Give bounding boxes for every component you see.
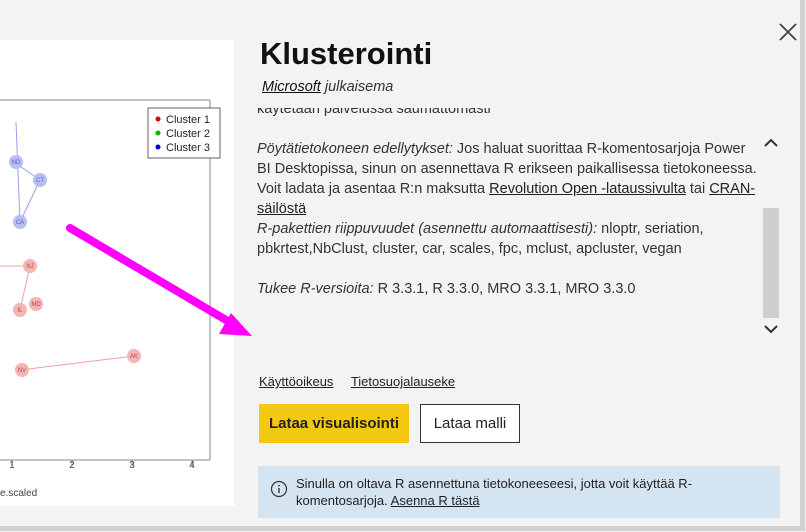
x-axis-label: e.scaled <box>0 488 37 499</box>
supported-versions: Tukee R-versioita: R 3.3.1, R 3.3.0, MRO… <box>257 279 760 299</box>
x-tick-label: 3 <box>129 460 135 471</box>
point-label: IL <box>17 308 23 314</box>
scrollbar-thumb[interactable] <box>763 208 779 318</box>
point-label: NJ <box>26 264 33 270</box>
scroll-up-button[interactable] <box>762 132 780 152</box>
desktop-requirements-label: Pöytätietokoneen edellytykset: <box>257 141 453 157</box>
close-icon <box>779 23 797 41</box>
revolution-open-link[interactable]: Revolution Open -lataussivulta <box>489 181 686 197</box>
download-info-or: tai <box>685 181 710 197</box>
package-dependencies-label: R-pakettien riippuvuudet (asennettu auto… <box>257 221 598 237</box>
legal-links: Käyttöoikeus Tietosuojalauseke <box>259 374 469 389</box>
close-button[interactable] <box>774 18 802 46</box>
point-label: MD <box>31 302 41 308</box>
install-r-link[interactable]: Asenna R tästä <box>391 493 480 508</box>
scroll-down-button[interactable] <box>762 320 780 340</box>
point-label: ND <box>12 160 21 166</box>
point-label: NV <box>18 368 26 374</box>
legend-swatch-cluster-3 <box>155 144 161 150</box>
description-partial-line: käytetään palvelussa saumattomasti <box>257 108 491 117</box>
x-tick-label: 4 <box>189 460 195 471</box>
visual-details-dialog: 1 2 3 4 e.scaled ND CT CA NJ IL MD NV AK… <box>0 0 806 532</box>
download-info: Voit ladata ja asentaa R:n maksutta Revo… <box>257 179 760 219</box>
point-label: AK <box>130 354 138 360</box>
package-dependencies: R-pakettien riippuvuudet (asennettu auto… <box>257 219 760 259</box>
legend-label: Cluster 3 <box>166 142 210 154</box>
download-visual-button[interactable]: Lataa visualisointi <box>259 404 409 443</box>
description-scrollbar[interactable] <box>762 120 780 356</box>
description-text: käytetään palvelussa saumattomasti Pöytä… <box>257 108 760 299</box>
terms-link[interactable]: Käyttöoikeus <box>259 374 333 389</box>
download-info-text: Voit ladata ja asentaa R:n maksutta <box>257 181 490 197</box>
publisher-line: Microsoft julkaisema <box>262 79 393 95</box>
download-sample-button[interactable]: Lataa malli <box>420 404 520 443</box>
info-message: Sinulla on oltava R asennettuna tietokon… <box>296 476 693 508</box>
description-scroll-area[interactable]: käytetään palvelussa saumattomasti Pöytä… <box>257 108 760 356</box>
visual-title: Klusterointi <box>260 36 433 71</box>
x-tick-label: 2 <box>69 460 75 471</box>
x-tick-label: 1 <box>9 460 15 471</box>
desktop-requirements: Pöytätietokoneen edellytykset: Jos halua… <box>257 139 760 179</box>
visual-preview-image: 1 2 3 4 e.scaled ND CT CA NJ IL MD NV AK… <box>0 40 234 506</box>
publisher-link[interactable]: Microsoft <box>262 79 321 95</box>
publisher-suffix: julkaisema <box>320 79 394 95</box>
privacy-link[interactable]: Tietosuojalauseke <box>351 374 455 389</box>
legend-label: Cluster 2 <box>166 128 210 140</box>
legend-swatch-cluster-2 <box>155 130 161 136</box>
supported-versions-label: Tukee R-versioita: <box>257 281 374 297</box>
legend-label: Cluster 1 <box>166 114 210 126</box>
supported-versions-text: R 3.3.1, R 3.3.0, MRO 3.3.1, MRO 3.3.0 <box>373 281 636 297</box>
info-icon <box>270 480 288 498</box>
point-label: CT <box>36 178 44 184</box>
info-banner-text: Sinulla on oltava R asennettuna tietokon… <box>296 475 766 509</box>
legend-swatch-cluster-1 <box>155 116 161 122</box>
chevron-down-icon <box>764 325 778 334</box>
info-banner: Sinulla on oltava R asennettuna tietokon… <box>258 466 780 518</box>
point-label: CA <box>16 220 24 226</box>
chevron-up-icon <box>764 138 778 147</box>
cluster-plot: 1 2 3 4 e.scaled ND CT CA NJ IL MD NV AK… <box>0 99 221 499</box>
